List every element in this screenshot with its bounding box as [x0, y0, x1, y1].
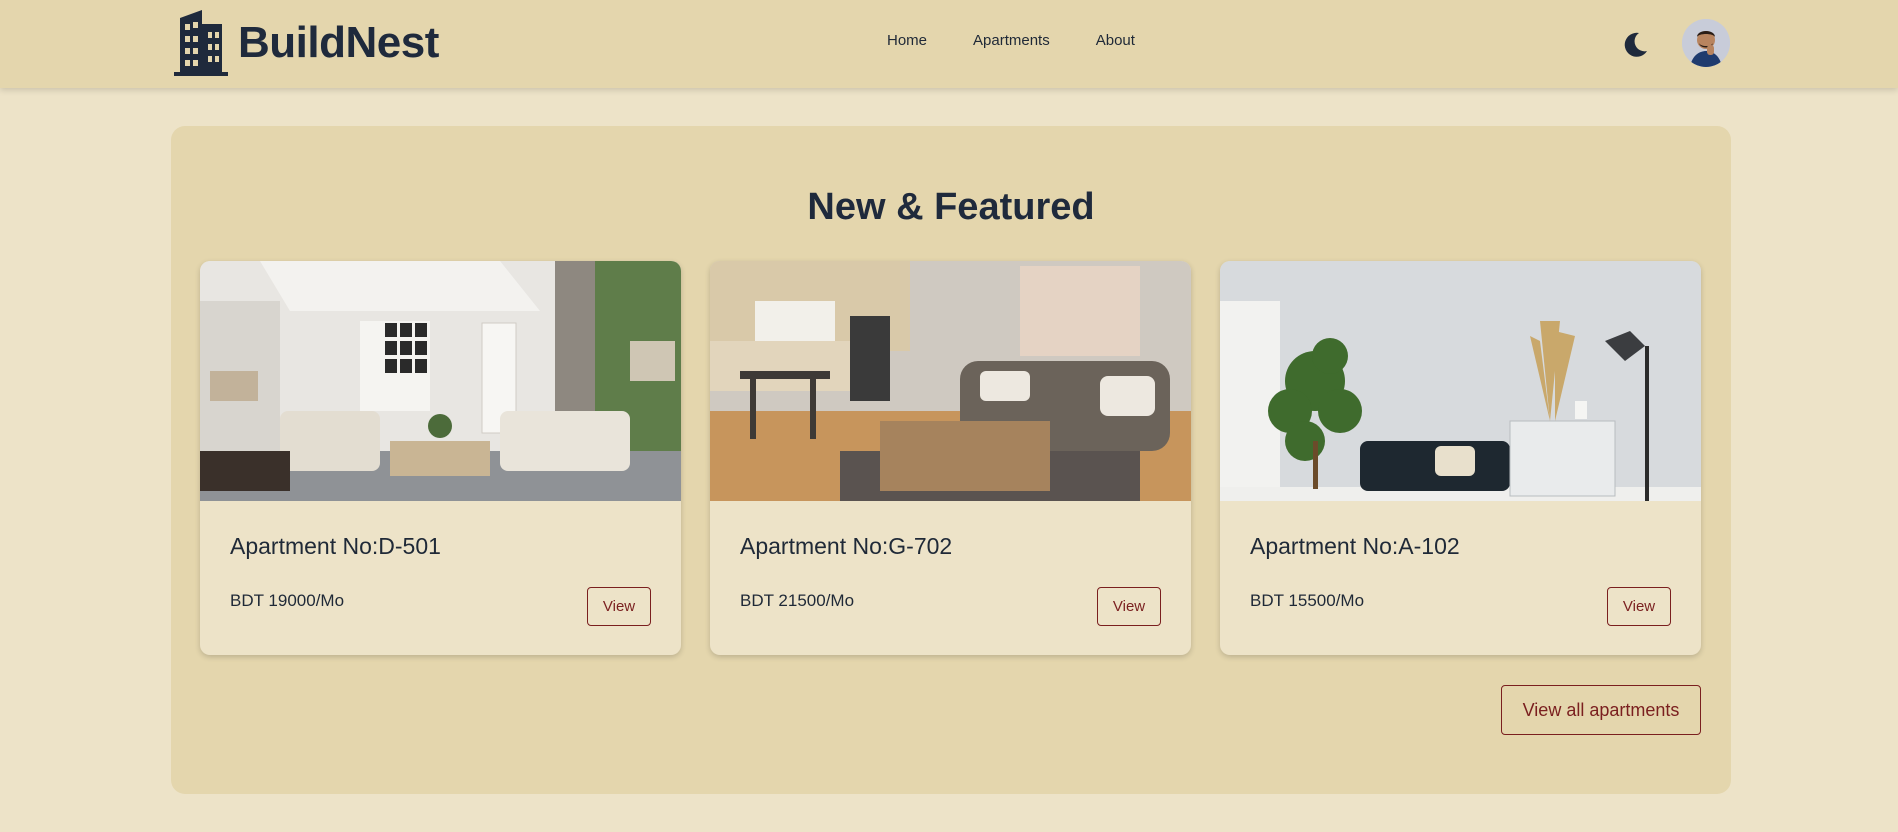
apartment-price: BDT 15500/Mo — [1250, 591, 1365, 610]
apartment-card: Apartment No:A-102 BDT 15500/Mo View — [1220, 261, 1701, 655]
apartment-photo — [1220, 261, 1701, 501]
section-title: New & Featured — [807, 186, 1095, 228]
building-icon — [174, 10, 228, 76]
avatar-image — [1682, 19, 1730, 67]
brand-logo[interactable]: BuildNest — [172, 10, 439, 76]
user-avatar[interactable] — [1682, 19, 1730, 67]
apartment-price: BDT 21500/Mo — [740, 591, 855, 610]
nav-apartments[interactable]: Apartments — [973, 32, 1050, 49]
apartment-price: BDT 19000/Mo — [230, 591, 345, 610]
view-button[interactable]: View — [1607, 587, 1671, 626]
apartment-card: Apartment No:D-501 BDT 19000/Mo View — [200, 261, 681, 655]
nav-about[interactable]: About — [1096, 32, 1135, 49]
apartment-title: Apartment No:D-501 — [230, 533, 441, 559]
featured-section: New & Featured Apartment No:D-501 BDT 19… — [171, 126, 1731, 794]
main-nav: Home Apartments About — [887, 32, 1135, 49]
nav-home[interactable]: Home — [887, 32, 927, 49]
brand-name: BuildNest — [238, 18, 439, 67]
apartment-photo — [710, 261, 1191, 501]
apartment-title: Apartment No:G-702 — [740, 533, 953, 559]
apartment-title: Apartment No:A-102 — [1250, 533, 1460, 559]
view-all-apartments-button[interactable]: View all apartments — [1501, 685, 1701, 735]
view-button[interactable]: View — [587, 587, 651, 626]
navbar: BuildNest Home Apartments About — [0, 0, 1898, 88]
moon-icon[interactable] — [1620, 30, 1650, 60]
apartment-photo — [200, 261, 681, 501]
view-button[interactable]: View — [1097, 587, 1161, 626]
apartment-card: Apartment No:G-702 BDT 21500/Mo View — [710, 261, 1191, 655]
